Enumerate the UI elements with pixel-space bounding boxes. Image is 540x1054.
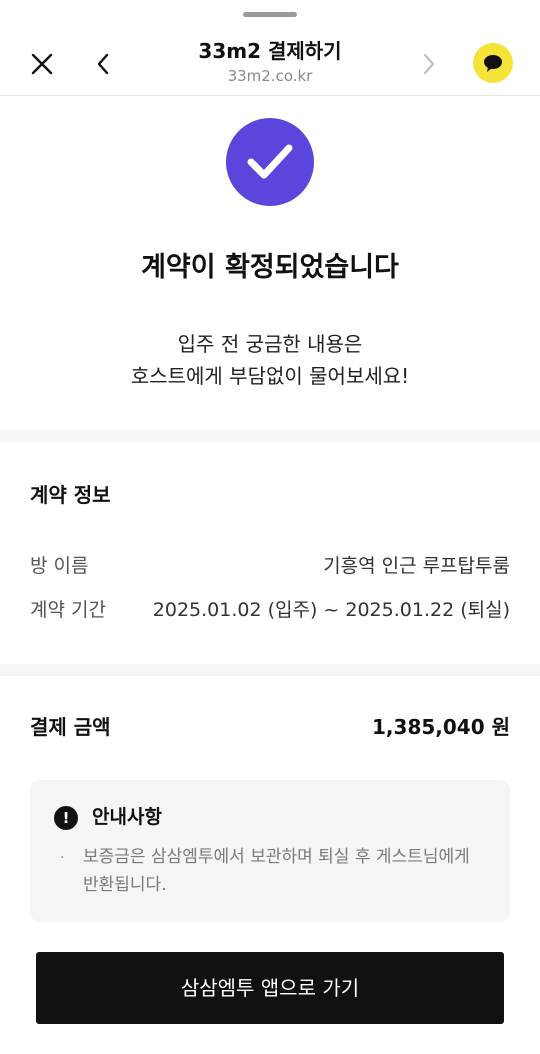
page-title: 33m2 결제하기 — [198, 39, 342, 63]
section-divider — [0, 664, 540, 676]
confirmation-subtitle-line-2: 호스트에게 부담없이 물어보세요! — [130, 364, 410, 388]
contract-info-title: 계약 정보 — [30, 483, 111, 507]
success-badge — [226, 118, 314, 206]
payment-sheet: 33m2 결제하기 33m2.co.kr 계약이 확정되었습니다 입주 전 궁금… — [0, 0, 540, 1054]
notice-text: 보증금은 삼삼엠투에서 보관하며 퇴실 후 게스트님에게 반환됩니다. — [83, 847, 470, 895]
contract-period-label: 계약 기간 — [30, 599, 106, 621]
chat-bubble-icon — [484, 55, 502, 72]
browser-header: 33m2 결제하기 33m2.co.kr — [0, 22, 540, 96]
page-url: 33m2.co.kr — [227, 67, 313, 85]
payment-section: 결제 금액 1,385,040 원 ! 안내사항 · 보증금은 삼삼엠투에서 보… — [0, 676, 540, 1054]
chevron-left-icon — [97, 53, 109, 75]
confirmation-subtitle-line-1: 입주 전 궁금한 내용은 — [177, 332, 363, 356]
notice-box: ! 안내사항 · 보증금은 삼삼엠투에서 보관하며 퇴실 후 게스트님에게 반환… — [30, 780, 510, 922]
contract-info-section: 계약 정보 방 이름 기흥역 인근 루프탑투룸 계약 기간 2025.01.02… — [0, 442, 540, 664]
chevron-right-icon — [423, 53, 435, 75]
confirmation-title: 계약이 확정되었습니다 — [141, 252, 399, 283]
forward-button[interactable] — [408, 44, 448, 84]
exclamation-icon: ! — [54, 806, 78, 830]
room-name-label: 방 이름 — [30, 555, 89, 577]
notice-bullet: · — [60, 850, 65, 866]
back-button[interactable] — [84, 44, 124, 84]
room-name-value: 기흥역 인근 루프탑투룸 — [323, 555, 510, 577]
check-icon — [247, 144, 293, 179]
contract-period-value: 2025.01.02 (입주) ~ 2025.01.22 (퇴실) — [152, 599, 510, 621]
section-divider — [0, 430, 540, 442]
browser-title-group: 33m2 결제하기 33m2.co.kr — [140, 38, 400, 86]
confirmation-section: 계약이 확정되었습니다 입주 전 궁금한 내용은 호스트에게 부담없이 물어보세… — [0, 96, 540, 430]
sheet-grabber[interactable] — [243, 12, 297, 17]
payment-amount-value: 1,385,040 원 — [372, 715, 510, 739]
close-button[interactable] — [22, 44, 62, 84]
payment-amount-label: 결제 금액 — [30, 715, 111, 739]
notice-title: 안내사항 — [92, 806, 162, 828]
close-icon — [31, 53, 53, 75]
go-to-app-button[interactable]: 삼삼엠투 앱으로 가기 — [36, 952, 504, 1024]
confirmation-subtitle: 입주 전 궁금한 내용은 호스트에게 부담없이 물어보세요! — [0, 328, 540, 392]
chat-button[interactable] — [473, 43, 513, 83]
